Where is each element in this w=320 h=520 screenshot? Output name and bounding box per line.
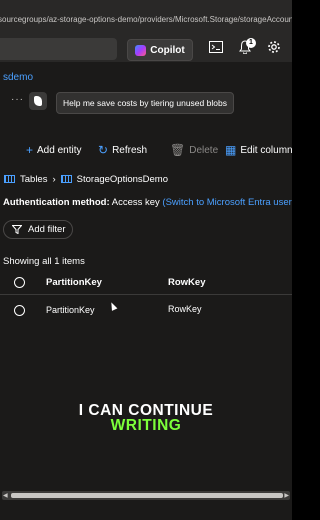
breadcrumb-table-name[interactable]: StorageOptionsDemo (77, 174, 168, 185)
switch-auth-link[interactable]: (Switch to Microsoft Entra user ac (162, 197, 292, 208)
table-row[interactable]: PartitionKey RowKey (0, 298, 292, 322)
select-all-radio[interactable] (14, 277, 25, 288)
copilot-icon (135, 44, 147, 56)
horizontal-scrollbar[interactable]: ◀ ▶ (2, 491, 290, 500)
search-input[interactable] (0, 38, 117, 60)
copilot-suggestion-chip[interactable]: Help me save costs by tiering unused blo… (56, 92, 234, 114)
copilot-button[interactable]: Copilot (127, 39, 193, 61)
column-header-partitionkey[interactable]: PartitionKey (46, 277, 102, 288)
address-bar-url[interactable]: sourcegroups/az-storage-options-demo/pro… (0, 15, 292, 24)
notification-badge: 1 (246, 38, 256, 48)
edit-columns-label: Edit columns (240, 144, 292, 156)
edit-columns-button[interactable]: ▦ Edit columns (225, 140, 292, 160)
delete-button[interactable]: 🗑 Delete (170, 140, 218, 160)
copilot-suggestion-icon (29, 92, 47, 110)
add-entity-button[interactable]: + Add entity (26, 140, 82, 160)
scrollbar-thumb[interactable] (11, 493, 283, 498)
refresh-button[interactable]: ↻ Refresh (98, 140, 147, 160)
breadcrumb: Tables › StorageOptionsDemo (4, 172, 168, 186)
azure-portal-screen: sourcegroups/az-storage-options-demo/pro… (0, 0, 292, 520)
add-filter-label: Add filter (28, 224, 66, 235)
table-header-row: PartitionKey RowKey (0, 272, 292, 295)
add-entity-label: Add entity (37, 144, 82, 156)
filter-icon (12, 225, 22, 234)
add-filter-button[interactable]: Add filter (3, 220, 73, 239)
row-select-radio[interactable] (14, 305, 25, 316)
video-caption-line2: WRITING (110, 417, 182, 434)
column-header-rowkey[interactable]: RowKey (168, 277, 205, 288)
gear-icon[interactable] (265, 40, 283, 58)
cell-partitionkey: PartitionKey (46, 305, 95, 315)
portal-header: sourcegroups/az-storage-options-demo/pro… (0, 0, 292, 62)
table-icon (60, 175, 72, 183)
columns-icon: ▦ (225, 143, 237, 157)
command-bar: + Add entity ↻ Refresh 🗑 Delete ▦ Edit c… (0, 140, 292, 160)
plus-icon: + (26, 143, 34, 157)
auth-method-line: Authentication method: Access key (Switc… (3, 197, 292, 208)
table-icon (4, 175, 15, 183)
refresh-icon: ↻ (98, 143, 109, 157)
breadcrumb-tables[interactable]: Tables (20, 174, 47, 185)
scroll-right-icon[interactable]: ▶ (284, 492, 289, 499)
cloud-shell-icon[interactable] (207, 40, 225, 58)
auth-method-label: Authentication method: (3, 197, 110, 208)
chevron-right-icon: › (52, 173, 56, 185)
resource-name[interactable]: sdemo (3, 72, 33, 83)
item-count: Showing all 1 items (3, 256, 85, 267)
scroll-left-icon[interactable]: ◀ (3, 492, 8, 499)
more-options-icon[interactable]: ··· (11, 94, 24, 105)
trash-icon: 🗑 (170, 143, 186, 157)
refresh-label: Refresh (112, 144, 148, 156)
cell-rowkey: RowKey (168, 304, 202, 314)
copilot-label: Copilot (150, 44, 185, 56)
delete-label: Delete (189, 144, 219, 156)
auth-method-value: Access key (111, 197, 160, 208)
